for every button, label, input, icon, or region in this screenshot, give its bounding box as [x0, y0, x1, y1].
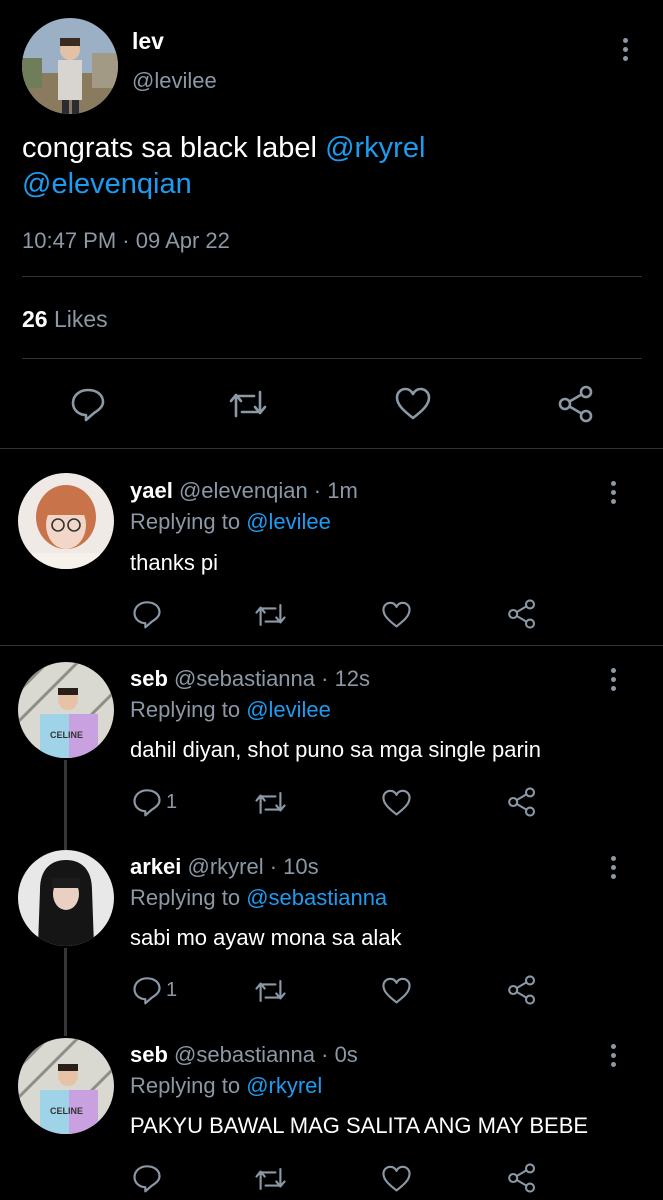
replying-label: Replying to [130, 1073, 247, 1098]
more-icon[interactable] [620, 38, 630, 66]
share-icon[interactable] [506, 786, 538, 818]
avatar-shirt-text: CELINE [50, 1106, 83, 1116]
reply-count: 1 [166, 791, 178, 813]
author-handle[interactable]: @levilee [132, 68, 217, 94]
comment-icon[interactable] [132, 787, 162, 817]
replying-label: Replying to [130, 509, 247, 534]
like-icon[interactable] [394, 386, 432, 422]
retweet-icon[interactable] [254, 788, 287, 818]
comment-icon[interactable] [132, 1163, 162, 1193]
author-name[interactable]: lev [132, 28, 164, 55]
likes-label: Likes [53, 306, 108, 332]
replying-label: Replying to [130, 885, 247, 910]
reply-header: seb @sebastianna · 12s [130, 666, 370, 692]
retweet-icon[interactable] [254, 1164, 287, 1194]
replying-to: Replying to @rkyrel [130, 1073, 322, 1099]
comment-icon[interactable] [70, 386, 106, 422]
avatar-seb[interactable]: CELINE [18, 1038, 114, 1134]
reply-author-name[interactable]: seb [130, 1042, 168, 1067]
avatar-lev[interactable] [22, 18, 118, 114]
replying-mention[interactable]: @levilee [246, 509, 331, 534]
replying-mention[interactable]: @sebastianna [246, 885, 387, 910]
reply-text: PAKYU BAWAL MAG SALITA ANG MAY BEBE [130, 1113, 589, 1138]
like-icon[interactable] [381, 1164, 412, 1194]
likes-summary[interactable]: 26 Likes [22, 306, 108, 333]
more-icon[interactable] [608, 856, 618, 884]
avatar-shirt-text: CELINE [50, 730, 83, 740]
reply-header: yael @elevenqian · 1m [130, 478, 358, 504]
reply-tweet[interactable]: CELINE seb @sebastianna · 12s Replying t… [0, 646, 663, 836]
replying-mention[interactable]: @rkyrel [246, 1073, 322, 1098]
retweet-icon[interactable] [228, 386, 268, 422]
reply-meta: @elevenqian · 1m [172, 478, 358, 503]
tweet-timestamp: 10:47 PM · 09 Apr 22 [22, 228, 230, 253]
more-icon[interactable] [608, 1044, 618, 1072]
share-icon[interactable] [556, 384, 596, 424]
more-icon[interactable] [608, 668, 618, 696]
replying-mention[interactable]: @levilee [246, 697, 331, 722]
reply-author-name[interactable]: yael [130, 478, 173, 503]
comment-icon[interactable] [132, 599, 162, 629]
divider [22, 358, 642, 359]
avatar-arkei[interactable] [18, 850, 114, 946]
replying-to: Replying to @levilee [130, 697, 331, 723]
replying-to: Replying to @levilee [130, 509, 331, 535]
reply-tweet[interactable]: arkei @rkyrel · 10s Replying to @sebasti… [0, 834, 663, 1024]
reply-text: sabi mo ayaw mona sa alak [130, 925, 402, 950]
tweet-text: congrats sa black label @rkyrel @elevenq… [22, 130, 632, 202]
comment-icon[interactable] [132, 975, 162, 1005]
divider [22, 276, 642, 277]
reply-author-name[interactable]: seb [130, 666, 168, 691]
more-icon[interactable] [608, 481, 618, 509]
mention-elevenqian[interactable]: @elevenqian [22, 168, 192, 200]
avatar-yael[interactable] [18, 473, 114, 569]
like-icon[interactable] [381, 976, 412, 1006]
likes-count: 26 [22, 306, 48, 332]
reply-header: arkei @rkyrel · 10s [130, 854, 319, 880]
retweet-icon[interactable] [254, 600, 287, 630]
tweet-text-plain: congrats sa black label [22, 132, 326, 164]
share-icon[interactable] [506, 598, 538, 630]
avatar-seb[interactable]: CELINE [18, 662, 114, 758]
like-icon[interactable] [381, 600, 412, 630]
reply-header: seb @sebastianna · 0s [130, 1042, 358, 1068]
reply-meta: @sebastianna · 12s [167, 666, 371, 691]
reply-text: thanks pi [130, 550, 219, 575]
like-icon[interactable] [381, 788, 412, 818]
share-icon[interactable] [506, 1162, 538, 1194]
replying-label: Replying to [130, 697, 247, 722]
reply-meta: @sebastianna · 0s [167, 1042, 358, 1067]
mention-rkyrel[interactable]: @rkyrel [325, 132, 425, 164]
reply-author-name[interactable]: arkei [130, 854, 181, 879]
reply-count: 1 [166, 979, 178, 1001]
replying-to: Replying to @sebastianna [130, 885, 387, 911]
reply-text: dahil diyan, shot puno sa mga single par… [130, 737, 541, 762]
main-tweet: lev @levilee congrats sa black label @rk… [0, 0, 663, 449]
reply-meta: @rkyrel · 10s [181, 854, 319, 879]
retweet-icon[interactable] [254, 976, 287, 1006]
reply-tweet[interactable]: yael @elevenqian · 1m Replying to @levil… [0, 449, 663, 646]
reply-tweet[interactable]: CELINE seb @sebastianna · 0s Replying to… [0, 1022, 663, 1200]
share-icon[interactable] [506, 974, 538, 1006]
